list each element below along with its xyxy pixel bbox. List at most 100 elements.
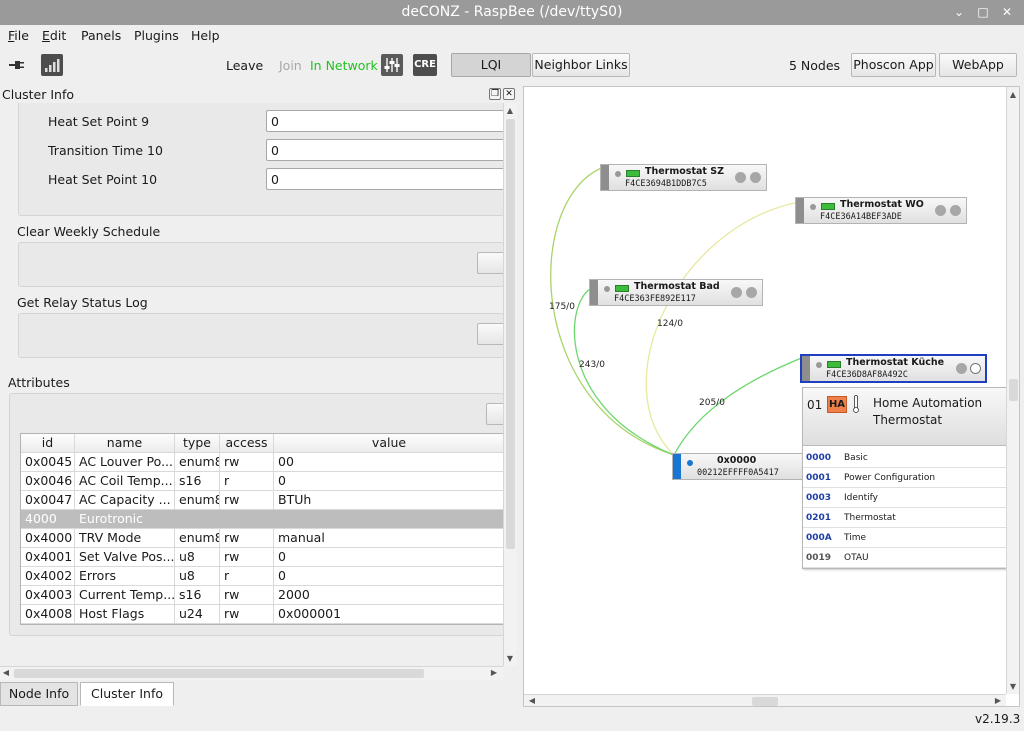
attributes-table: id name type access value 0x0045 AC Louver Po.…: [20, 433, 504, 625]
cell-access: rw: [220, 453, 274, 472]
graph-horizontal-scrollbar[interactable]: ◀ ▶: [524, 694, 1006, 706]
lqi-button[interactable]: LQI: [451, 53, 531, 77]
scroll-thumb[interactable]: [752, 697, 778, 706]
cell-name: Set Valve Pos...: [75, 548, 175, 567]
cre-button[interactable]: CRE: [413, 54, 437, 76]
cluster-row[interactable]: 0019 OTAU: [803, 548, 1008, 568]
table-row[interactable]: 0x4000 TRV Mode enum8 rw manual: [21, 529, 503, 548]
cluster-id: 0000: [806, 453, 832, 463]
cell-name: TRV Mode: [75, 529, 175, 548]
cluster-row[interactable]: 0003 Identify: [803, 488, 1008, 508]
heat-set-point-10-input[interactable]: 0: [266, 168, 506, 190]
column-header-type[interactable]: type: [175, 434, 220, 453]
float-icon[interactable]: ❐: [489, 88, 501, 100]
column-header-name[interactable]: name: [75, 434, 175, 453]
menu-file[interactable]: File: [8, 28, 29, 43]
table-row[interactable]: 0x4002 Errors u8 r 0: [21, 567, 503, 586]
link-label: 124/0: [657, 319, 683, 329]
cell-name: AC Louver Po...: [75, 453, 175, 472]
exec-get-relay-status-log-button[interactable]: [477, 323, 505, 345]
node-thermostat-wo[interactable]: Thermostat WO F4CE36A14BEF3ADE: [795, 197, 967, 224]
cell-type: u8: [175, 548, 220, 567]
scroll-thumb[interactable]: [1009, 379, 1018, 401]
phoscon-app-button[interactable]: Phoscon App: [851, 53, 936, 77]
link-line: [673, 356, 805, 456]
battery-icon: [827, 361, 841, 368]
column-header-access[interactable]: access: [220, 434, 274, 453]
cell-value: 0: [274, 472, 503, 491]
graph-vertical-scrollbar[interactable]: ▲ ▼: [1006, 87, 1019, 694]
column-header-id[interactable]: id: [21, 434, 75, 453]
plug-connect-icon[interactable]: [8, 58, 30, 72]
webapp-button[interactable]: WebApp: [939, 53, 1017, 77]
cell-access: rw: [220, 529, 274, 548]
menu-edit[interactable]: Edit: [42, 28, 66, 43]
cell-value: 2000: [274, 586, 503, 605]
exec-clear-weekly-schedule-button[interactable]: [477, 252, 505, 274]
network-status: In Network: [310, 58, 378, 73]
cell-value: 0: [274, 567, 503, 586]
battery-icon: [821, 203, 835, 210]
column-header-value[interactable]: value: [274, 434, 503, 453]
cell-type: u8: [175, 567, 220, 586]
scroll-thumb[interactable]: [14, 669, 424, 678]
scroll-right-icon[interactable]: ▶: [992, 696, 1004, 705]
table-row[interactable]: 0x0046 AC Coil Temp... s16 r 0: [21, 472, 503, 491]
cell-value: 0: [274, 548, 503, 567]
minimize-button[interactable]: ⌄: [950, 3, 968, 21]
node-thermostat-bad[interactable]: Thermostat Bad F4CE363FE892E117: [589, 279, 763, 306]
left-vertical-scrollbar[interactable]: ▲ ▼: [503, 103, 517, 666]
scroll-up-icon[interactable]: ▲: [1007, 90, 1019, 99]
scroll-left-icon[interactable]: ◀: [0, 668, 12, 677]
maximize-button[interactable]: □: [974, 3, 992, 21]
scroll-right-icon[interactable]: ▶: [488, 668, 500, 677]
tab-cluster-info[interactable]: Cluster Info: [80, 682, 174, 706]
transition-time-10-input[interactable]: 0: [266, 139, 506, 161]
cluster-id: 0201: [806, 513, 832, 523]
node-thermostat-sz[interactable]: Thermostat SZ F4CE3694B1DDB7C5: [600, 164, 767, 191]
table-row[interactable]: 0x4008 Host Flags u24 rw 0x000001: [21, 605, 503, 624]
command-box: [18, 242, 504, 287]
scroll-thumb[interactable]: [506, 119, 515, 549]
endpoint-profile: Home Automation: [873, 396, 983, 410]
scroll-left-icon[interactable]: ◀: [526, 696, 538, 705]
panel-tabs: Node Info Cluster Info: [0, 682, 518, 707]
scroll-up-icon[interactable]: ▲: [504, 106, 516, 115]
command-box: [18, 313, 504, 358]
cluster-row[interactable]: 0001 Power Configuration: [803, 468, 1008, 488]
table-row[interactable]: 0x0045 AC Louver Po... enum8 rw 00: [21, 453, 503, 472]
cluster-name: Identify: [844, 493, 878, 503]
join-button[interactable]: Join: [279, 58, 302, 73]
toolbar: Leave Join In Network CRE LQI Neighbor L…: [0, 46, 1024, 86]
close-dock-icon[interactable]: ✕: [503, 88, 515, 100]
scroll-down-icon[interactable]: ▼: [504, 654, 516, 663]
cluster-row[interactable]: 000A Time: [803, 528, 1008, 548]
scroll-down-icon[interactable]: ▼: [1007, 682, 1019, 691]
menu-plugins[interactable]: Plugins: [134, 28, 179, 43]
status-bar: v2.19.3: [0, 707, 1024, 731]
menu-help[interactable]: Help: [191, 28, 220, 43]
cluster-row[interactable]: 0000 Basic: [803, 448, 1008, 468]
left-horizontal-scrollbar[interactable]: ◀ ▶: [0, 666, 503, 680]
network-graph[interactable]: 175/0 124/0 243/0 205/0 Thermostat SZ F4…: [523, 86, 1020, 707]
node-thermostat-kuche[interactable]: Thermostat Küche F4CE36D8AF8A492C: [800, 354, 987, 383]
signal-bars-icon[interactable]: [41, 54, 63, 76]
sliders-icon[interactable]: [381, 54, 403, 76]
title-bar: deCONZ - RaspBee (/dev/ttyS0) ⌄ □ ✕: [0, 0, 1024, 25]
cell-id: 0x4001: [21, 548, 75, 567]
table-row[interactable]: 0x4003 Current Temp... s16 rw 2000: [21, 586, 503, 605]
cluster-name: Basic: [844, 453, 868, 463]
table-row[interactable]: 0x4001 Set Valve Pos... u8 rw 0: [21, 548, 503, 567]
close-button[interactable]: ✕: [998, 3, 1016, 21]
table-group-row[interactable]: 4000 Eurotronic: [21, 510, 503, 529]
leave-button[interactable]: Leave: [226, 58, 263, 73]
tab-node-info[interactable]: Node Info: [0, 682, 78, 706]
cluster-row[interactable]: 0201 Thermostat: [803, 508, 1008, 528]
table-header: id name type access value: [21, 434, 503, 453]
neighbor-links-button[interactable]: Neighbor Links: [532, 53, 630, 77]
cell-value: 00: [274, 453, 503, 472]
heat-set-point-9-input[interactable]: 0: [266, 110, 506, 132]
node-coordinator[interactable]: 0x0000 00212EFFFF0A5417: [672, 453, 804, 480]
menu-panels[interactable]: Panels: [81, 28, 121, 43]
table-row[interactable]: 0x0047 AC Capacity ... enum8 rw BTUh: [21, 491, 503, 510]
